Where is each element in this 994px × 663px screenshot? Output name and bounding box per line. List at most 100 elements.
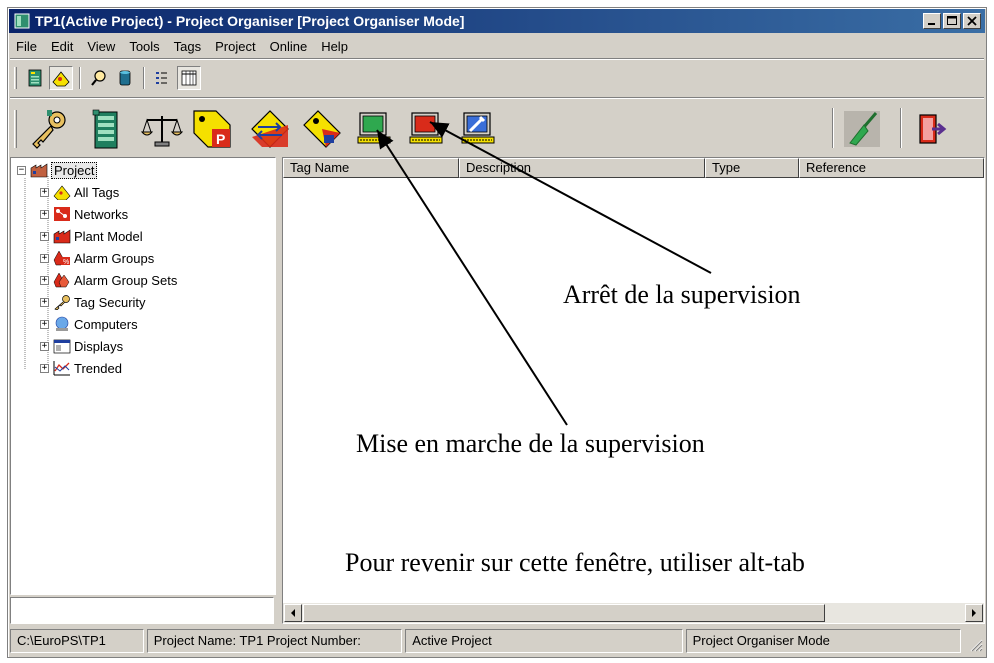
stop-supervision-button[interactable] bbox=[404, 107, 448, 151]
alarm-groups-icon: % bbox=[53, 250, 71, 266]
project-icon bbox=[30, 162, 48, 178]
displays-icon bbox=[53, 338, 71, 354]
tree-item-trended[interactable]: + Trended bbox=[40, 358, 122, 378]
trend-icon bbox=[53, 360, 71, 376]
project-tree[interactable]: − Project + All Tags + Networks + Plant … bbox=[10, 157, 276, 595]
tree-item-label: Alarm Group Sets bbox=[74, 272, 178, 288]
expand-icon[interactable]: + bbox=[40, 253, 49, 263]
key-icon bbox=[32, 110, 66, 149]
project-tree-button[interactable] bbox=[23, 66, 47, 90]
tree-item-label: Trended bbox=[74, 360, 122, 376]
horizontal-scrollbar[interactable] bbox=[283, 603, 984, 623]
security-button[interactable] bbox=[26, 107, 70, 151]
scroll-right-button[interactable] bbox=[965, 604, 983, 622]
expand-icon[interactable]: + bbox=[40, 187, 49, 197]
column-header-tag-name[interactable]: Tag Name bbox=[283, 158, 459, 178]
column-header-type[interactable]: Type bbox=[705, 158, 799, 178]
tree-item-displays[interactable]: + Displays bbox=[40, 336, 123, 356]
broom-icon bbox=[844, 111, 880, 147]
tags-view-icon bbox=[52, 71, 70, 87]
details-view-button[interactable] bbox=[177, 66, 201, 90]
exit-button[interactable] bbox=[910, 107, 954, 151]
maximize-button[interactable] bbox=[943, 13, 961, 29]
expand-icon[interactable]: + bbox=[40, 209, 49, 219]
title-bar[interactable]: TP1(Active Project) - Project Organiser … bbox=[9, 9, 985, 33]
menu-edit[interactable]: Edit bbox=[44, 39, 80, 54]
app-icon bbox=[14, 13, 30, 29]
tree-item-label: Computers bbox=[74, 316, 138, 332]
expand-icon[interactable]: + bbox=[40, 341, 49, 351]
server-icon bbox=[92, 109, 118, 149]
exit-icon bbox=[919, 114, 947, 144]
menu-view[interactable]: View bbox=[80, 39, 122, 54]
main-toolbar: P bbox=[10, 100, 984, 158]
server-button[interactable] bbox=[84, 107, 128, 151]
status-project: Project Name: TP1 Project Number: bbox=[146, 629, 403, 653]
menu-online[interactable]: Online bbox=[263, 39, 315, 54]
resize-grip-icon bbox=[970, 639, 983, 652]
status-state: Active Project bbox=[405, 629, 683, 653]
tag-edit-icon bbox=[303, 110, 341, 148]
tree-root-label: Project bbox=[51, 161, 98, 179]
configure-monitor-button[interactable] bbox=[456, 107, 500, 151]
toolbar-grip[interactable] bbox=[14, 110, 17, 148]
view-toolbar bbox=[10, 62, 230, 94]
resize-grip[interactable] bbox=[964, 629, 984, 653]
monitor-wrench-icon bbox=[461, 112, 495, 144]
maximize-icon bbox=[947, 16, 957, 25]
list-view-icon bbox=[156, 72, 167, 84]
start-supervision-button[interactable] bbox=[352, 107, 396, 151]
expand-icon[interactable]: + bbox=[40, 319, 49, 329]
alarm-group-sets-icon bbox=[53, 272, 71, 288]
scrollbar-thumb[interactable] bbox=[303, 604, 825, 622]
tree-item-all-tags[interactable]: + All Tags bbox=[40, 182, 119, 202]
tree-item-networks[interactable]: + Networks bbox=[40, 204, 128, 224]
scroll-left-button[interactable] bbox=[284, 604, 302, 622]
toolbar-grip[interactable] bbox=[14, 67, 17, 89]
tag-edit-button[interactable] bbox=[300, 107, 344, 151]
collapse-icon[interactable]: − bbox=[17, 165, 26, 175]
close-button[interactable] bbox=[963, 13, 981, 29]
expand-icon[interactable]: + bbox=[40, 275, 49, 285]
database-icon bbox=[119, 70, 131, 86]
expand-icon[interactable]: + bbox=[40, 297, 49, 307]
tree-item-computers[interactable]: + Computers bbox=[40, 314, 138, 334]
search-icon bbox=[91, 70, 106, 86]
clear-button[interactable] bbox=[840, 107, 884, 151]
tree-filter-input[interactable] bbox=[10, 597, 274, 624]
find-button[interactable] bbox=[87, 66, 111, 90]
menu-tags[interactable]: Tags bbox=[167, 39, 208, 54]
project-tree-icon bbox=[28, 69, 42, 87]
tree-root[interactable]: − Project bbox=[17, 160, 98, 180]
annotation-stop-supervision: Arrêt de la supervision bbox=[563, 280, 801, 309]
menu-divider bbox=[10, 58, 984, 60]
menu-help[interactable]: Help bbox=[314, 39, 355, 54]
tree-item-alarm-group-sets[interactable]: + Alarm Group Sets bbox=[40, 270, 177, 290]
tree-item-label: Tag Security bbox=[74, 294, 146, 310]
menu-project[interactable]: Project bbox=[208, 39, 262, 54]
tree-item-label: Plant Model bbox=[74, 228, 143, 244]
tree-item-tag-security[interactable]: + Tag Security bbox=[40, 292, 146, 312]
details-view-icon bbox=[181, 70, 197, 86]
list-view-button[interactable] bbox=[151, 66, 175, 90]
annotation-start-supervision: Mise en marche de la supervision bbox=[356, 429, 705, 458]
window-title: TP1(Active Project) - Project Organiser … bbox=[35, 13, 465, 29]
tree-item-plant-model[interactable]: + Plant Model bbox=[40, 226, 143, 246]
tag-transfer-button[interactable] bbox=[248, 107, 292, 151]
menu-file[interactable]: File bbox=[9, 39, 44, 54]
database-button[interactable] bbox=[113, 66, 137, 90]
column-header-reference[interactable]: Reference bbox=[799, 158, 984, 178]
menu-tools[interactable]: Tools bbox=[122, 39, 166, 54]
balance-button[interactable] bbox=[140, 107, 184, 151]
column-header-description[interactable]: Description bbox=[459, 158, 705, 178]
status-mode: Project Organiser Mode bbox=[685, 629, 962, 653]
tag-p-button[interactable]: P bbox=[190, 107, 234, 151]
tag-transfer-icon bbox=[251, 110, 289, 148]
expand-icon[interactable]: + bbox=[40, 231, 49, 241]
tags-view-button[interactable] bbox=[49, 66, 73, 90]
arrow-right-icon bbox=[972, 609, 976, 617]
tree-item-alarm-groups[interactable]: + % Alarm Groups bbox=[40, 248, 154, 268]
menu-bar: File Edit View Tools Tags Project Online… bbox=[9, 35, 985, 57]
expand-icon[interactable]: + bbox=[40, 363, 49, 373]
minimize-button[interactable] bbox=[923, 13, 941, 29]
